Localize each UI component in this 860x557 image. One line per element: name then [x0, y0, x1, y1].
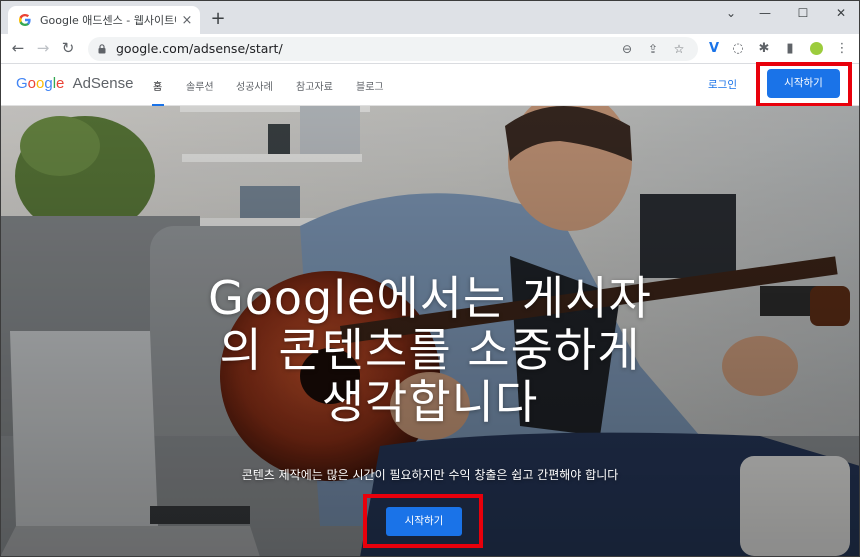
zoom-icon[interactable]: ⊖ — [618, 40, 636, 58]
browser-titlebar: Google 애드센스 - 웹사이트에서 × + ⌄ — ☐ ✕ — [0, 0, 860, 34]
share-icon[interactable]: ⇪ — [644, 40, 662, 58]
browser-toolbar: ← → ↻ google.com/adsense/start/ ⊖ ⇪ ☆ V … — [0, 34, 860, 64]
nav-blog[interactable]: 블로그 — [356, 78, 384, 93]
reload-icon[interactable]: ↻ — [58, 38, 78, 58]
maximize-button[interactable]: ☐ — [788, 2, 818, 24]
extension-v-icon[interactable]: V — [704, 39, 724, 59]
url-text: google.com/adsense/start/ — [116, 41, 283, 56]
highlight-box-hero — [363, 494, 483, 548]
product-name: AdSense — [72, 75, 134, 92]
headline-line-2: 의 콘텐츠를 소중하게 — [219, 323, 641, 377]
adsense-header: Google AdSense 홈 솔루션 성공사례 참고자료 블로그 로그인 — [0, 64, 860, 106]
close-window-button[interactable]: ✕ — [826, 2, 856, 24]
menu-kebab-icon[interactable]: ⋮ — [832, 39, 852, 59]
side-panel-icon[interactable]: ▮ — [780, 39, 800, 59]
browser-tab[interactable]: Google 애드센스 - 웹사이트에서 × — [8, 6, 200, 34]
profile-avatar-icon[interactable] — [806, 39, 826, 59]
minimize-button[interactable]: — — [750, 2, 780, 24]
nav-solutions[interactable]: 솔루션 — [186, 78, 214, 93]
tab-title: Google 애드센스 - 웹사이트에서 — [40, 14, 176, 27]
login-link[interactable]: 로그인 — [708, 77, 737, 92]
lock-icon — [98, 44, 106, 54]
new-tab-button[interactable]: + — [208, 9, 228, 29]
adsense-logo[interactable]: Google AdSense — [16, 75, 133, 92]
nav-success-stories[interactable]: 성공사례 — [236, 78, 273, 93]
tab-search-icon[interactable]: ⌄ — [716, 2, 746, 24]
forward-icon[interactable]: → — [33, 38, 53, 58]
extension-mouse-icon[interactable]: ◌ — [728, 39, 748, 59]
address-bar[interactable]: google.com/adsense/start/ ⊖ ⇪ ☆ — [88, 37, 698, 61]
highlight-box-header — [756, 62, 852, 107]
nav-home[interactable]: 홈 — [153, 78, 162, 93]
hero-subtitle: 콘텐츠 제작에는 많은 시간이 필요하지만 수익 창출은 쉽고 간편해야 합니다 — [241, 468, 619, 482]
hero-headline: Google에서는 게시자 의 콘텐츠를 소중하게 생각합니다 — [150, 272, 710, 428]
headline-line-1: Google에서는 게시자 — [208, 271, 652, 325]
nav-resources[interactable]: 참고자료 — [296, 78, 333, 93]
back-icon[interactable]: ← — [8, 38, 28, 58]
bookmark-star-icon[interactable]: ☆ — [670, 40, 688, 58]
tab-close-icon[interactable]: × — [180, 13, 194, 28]
headline-line-3: 생각합니다 — [321, 375, 539, 429]
extensions-puzzle-icon[interactable]: ✱ — [754, 39, 774, 59]
google-favicon-icon — [19, 14, 31, 26]
